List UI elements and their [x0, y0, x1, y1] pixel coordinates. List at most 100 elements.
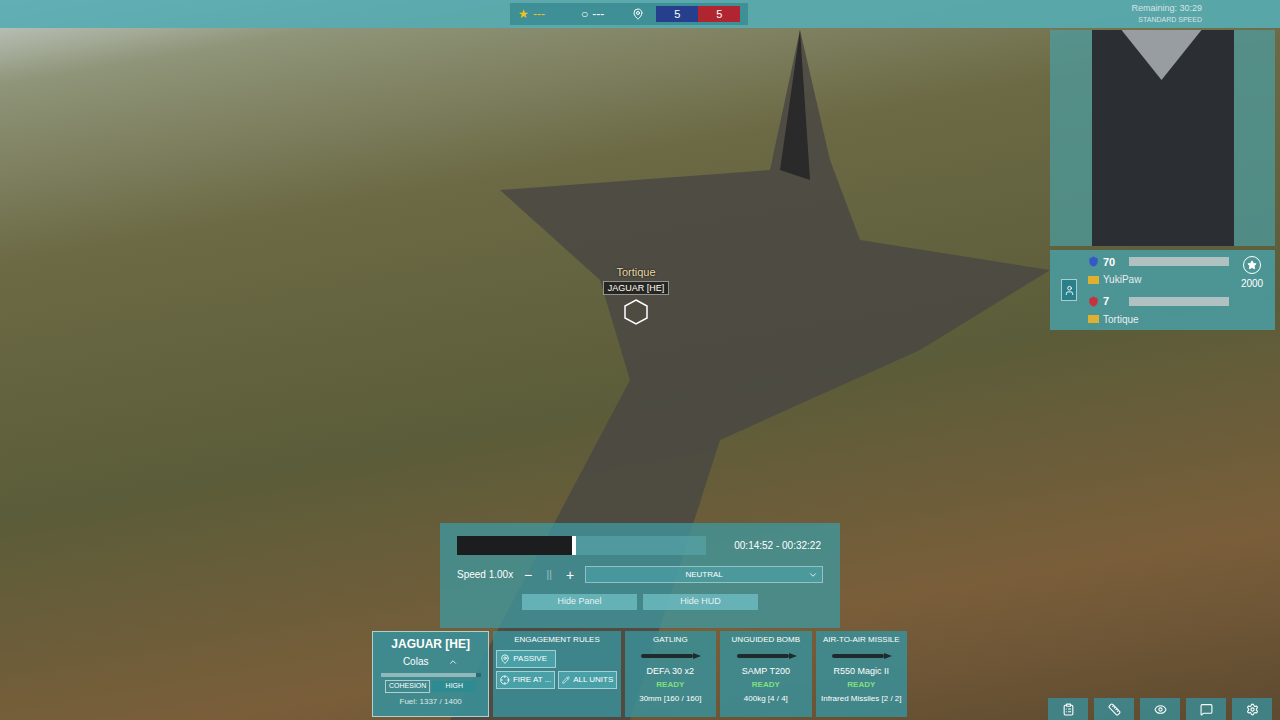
- pilot-name: Colas: [403, 654, 429, 669]
- camera-mode-dropdown[interactable]: NEUTRAL: [585, 566, 823, 583]
- target-icon: [500, 675, 510, 685]
- minimap-view[interactable]: [1092, 30, 1234, 246]
- unit-card[interactable]: JAGUAR [HE]Colas COHESIONHIGH Fuel: 1337 /…: [372, 631, 489, 717]
- match-status: ★---○---55: [510, 3, 748, 25]
- total-column: 2000: [1229, 250, 1275, 330]
- weapon-name: DEFA 30 x2: [647, 665, 695, 679]
- weapon-card[interactable]: GATLINGDEFA 30 x2READY30mm [160 / 160]: [625, 631, 716, 717]
- weapon-icon: [826, 649, 896, 663]
- weapon-icon: [731, 649, 801, 663]
- time-info: Remaining: 30:29STANDARD SPEED: [1131, 3, 1202, 25]
- score-blue: 5: [656, 6, 698, 22]
- ruler-icon: [1108, 703, 1121, 716]
- player-points: 70: [1103, 254, 1125, 271]
- weapon-status: READY: [752, 679, 780, 691]
- engagement-rule-label: PASSIVE: [513, 653, 547, 665]
- player-name: Tortique: [1103, 312, 1139, 327]
- weapon-card[interactable]: UNGUIDED BOMB SAMP T200READY 400kg [4 / 4]: [720, 631, 811, 717]
- unit-type: JAGUAR [HE]: [603, 281, 670, 295]
- speed-label: Speed 1.00x: [457, 567, 513, 582]
- replay-panel: 00:14:52 - 00:32:22 Speed 1.00x−|| + NEUTRA…: [440, 523, 840, 628]
- timeline-track[interactable]: [457, 536, 706, 555]
- rank-icon: [1088, 296, 1099, 307]
- flag-icon: [1088, 276, 1099, 284]
- toolbar-button[interactable]: [1094, 698, 1134, 720]
- faster-button[interactable]: +: [563, 568, 577, 582]
- minimap[interactable]: [1050, 30, 1275, 246]
- player-points: 7: [1103, 293, 1125, 310]
- chevron-up-icon[interactable]: [448, 657, 458, 667]
- timeline-time: 00:14:52 - 00:32:22: [734, 538, 823, 553]
- engagement-rule-label: ALL UNITS: [573, 674, 613, 686]
- weapon-ammo: Infrared Missiles [2 / 2]: [821, 693, 901, 705]
- weapon-card[interactable]: AIR-TO-AIR MISSILE R550 Magic IIREADY Infr…: [816, 631, 907, 717]
- toolbar-button[interactable]: [1140, 698, 1180, 720]
- timeline-fill: [457, 536, 572, 555]
- weapon-icon: [635, 649, 705, 663]
- pause-button[interactable]: ||: [543, 570, 555, 580]
- replay-buttons: Hide Panel Hide HUD: [457, 594, 823, 610]
- pilot-row: Colas: [403, 654, 459, 669]
- gear-icon: [1246, 703, 1259, 716]
- toolbar-button[interactable]: [1048, 698, 1088, 720]
- camera-frustum: [1122, 30, 1202, 80]
- engagement-rule[interactable]: PASSIVE: [496, 650, 556, 668]
- remaining-time: Remaining: 30:29: [1131, 3, 1202, 14]
- person-icon: [1064, 285, 1075, 296]
- player-name-row: YukiPaw: [1088, 272, 1229, 287]
- unit-label[interactable]: TortiqueJAGUAR [HE]: [560, 264, 712, 325]
- weapon-ammo: 400kg [4 / 4]: [744, 693, 788, 705]
- score: 55: [656, 6, 740, 22]
- weapon-status: READY: [847, 679, 875, 691]
- engagement-rules: PASSIVE FIRE AT ... ALL UNITS: [496, 650, 617, 689]
- weapon-name: SAMP T200: [742, 665, 790, 679]
- clipboard-icon: [1062, 703, 1075, 716]
- player-bar: [1129, 297, 1229, 306]
- rank-icon: [1088, 256, 1099, 267]
- objectives-value: ---: [592, 5, 604, 23]
- replay-button[interactable]: Hide HUD: [643, 594, 758, 610]
- player-name-row: Tortique: [1088, 312, 1229, 327]
- top-bar: ★---○---55Remaining: 30:29STANDARD SPEED: [0, 0, 1280, 28]
- timeline-row: 00:14:52 - 00:32:22: [457, 536, 823, 555]
- objectives-counter: ○ ---: [581, 5, 604, 23]
- toolbar-button[interactable]: [1232, 698, 1272, 720]
- unit-name: JAGUAR [HE]: [391, 635, 470, 653]
- engagement-rule[interactable]: FIRE AT ...: [496, 671, 555, 689]
- player-badge: [1061, 279, 1077, 301]
- cohesion-fill: [381, 673, 476, 677]
- stars-value: ---: [533, 5, 545, 23]
- player-score: 70: [1088, 254, 1229, 271]
- timeline-handle[interactable]: [572, 536, 576, 555]
- scoreboard: 70YukiPaw 7 Tortique 2000: [1050, 250, 1275, 330]
- star-icon: [1247, 260, 1257, 270]
- cohesion-row: COHESIONHIGH: [385, 680, 476, 693]
- weapon-category: GATLING: [653, 634, 688, 646]
- speed-mode: STANDARD SPEED: [1138, 14, 1202, 25]
- fuel: Fuel: 1337 / 1400: [400, 696, 462, 708]
- speed-row: Speed 1.00x−|| + NEUTRAL: [457, 566, 823, 583]
- total-badge: [1243, 256, 1261, 274]
- engagement-rule-label: FIRE AT ...: [513, 674, 551, 686]
- circle-icon: ○: [581, 5, 588, 23]
- cohesion-label: COHESION: [385, 680, 430, 693]
- weapon-ammo: 30mm [160 / 160]: [639, 693, 701, 705]
- chevron-down-icon: [808, 570, 818, 580]
- weapon-category: UNGUIDED BOMB: [732, 634, 800, 646]
- camera-mode: NEUTRAL: [685, 569, 722, 581]
- toolbar: [1048, 698, 1272, 720]
- replay-button[interactable]: Hide Panel: [522, 594, 637, 610]
- engagement-rule[interactable]: ALL UNITS: [558, 671, 617, 689]
- hexagon-icon: [623, 299, 649, 325]
- total-points: 2000: [1241, 276, 1263, 291]
- player-score: 7: [1088, 293, 1229, 310]
- toolbar-button[interactable]: [1186, 698, 1226, 720]
- weapon-name: R550 Magic II: [834, 665, 890, 679]
- pencil-icon: [562, 675, 570, 685]
- player-name: YukiPaw: [1103, 272, 1141, 287]
- slower-button[interactable]: −: [521, 568, 535, 582]
- weapon-category: AIR-TO-AIR MISSILE: [823, 634, 900, 646]
- engagement-panel: ENGAGEMENT RULESPASSIVEFIRE AT ...ALL UN…: [493, 631, 620, 717]
- eye-icon: [1154, 703, 1167, 716]
- player-row: 70YukiPaw: [1088, 254, 1229, 288]
